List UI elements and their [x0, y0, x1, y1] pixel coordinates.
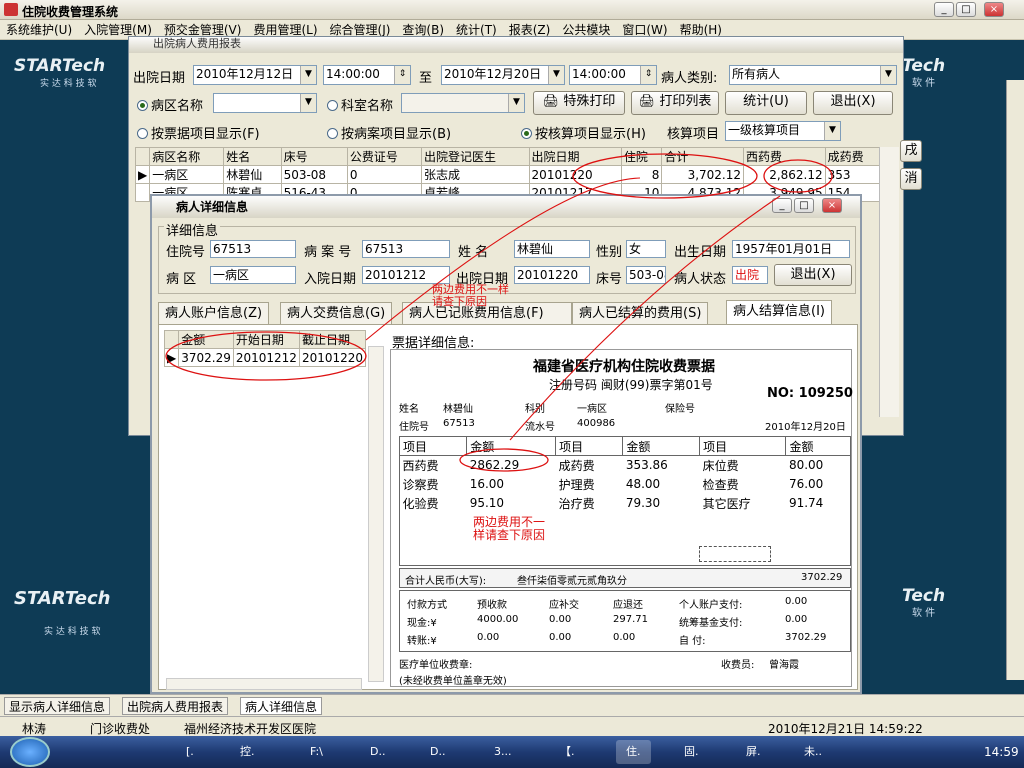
taskbar: [. 控. F:\ D.. D.. 3... 【. 住. 固. 屏. 未.. 1… — [0, 736, 1024, 768]
status-user: 林涛 — [22, 722, 47, 736]
wintab-show-detail[interactable]: 显示病人详细信息 — [4, 697, 111, 715]
annotation-arrow-line — [509, 195, 781, 441]
wintab-report[interactable]: 出院病人费用报表 — [122, 697, 229, 715]
task-item[interactable]: 屏. — [746, 740, 761, 764]
start-button[interactable] — [10, 737, 50, 767]
annotation-ellipse-left — [165, 331, 367, 381]
task-item[interactable]: 未.. — [804, 740, 822, 764]
status-dept: 门诊收费处 — [90, 722, 151, 736]
task-item[interactable]: D.. — [370, 740, 385, 764]
task-item[interactable]: [. — [186, 740, 194, 764]
annotation-overlay — [165, 153, 833, 472]
annotation-ellipse-bill — [459, 448, 549, 472]
window-tab-bar: 显示病人详细信息 出院病人费用报表 病人详细信息 — [0, 694, 1024, 716]
status-hospital: 福州经济技术开发区医院 — [184, 722, 317, 736]
status-datetime: 2010年12月21日 14:59:22 — [768, 722, 923, 736]
task-item[interactable]: F:\ — [310, 740, 323, 764]
task-item[interactable]: 固. — [684, 740, 699, 764]
annotation-arrow-line — [365, 177, 641, 341]
task-item[interactable]: 3... — [494, 740, 512, 764]
status-bar: 林涛 门诊收费处 福州经济技术开发区医院 2010年12月21日 14:59:2… — [0, 716, 1024, 736]
wintab-detail[interactable]: 病人详细信息 — [240, 697, 323, 715]
clock: 14:59 — [984, 745, 1019, 759]
task-item-active[interactable]: 住. — [616, 740, 651, 764]
task-item[interactable]: 控. — [240, 740, 255, 764]
annotation-ellipse-total — [572, 153, 758, 199]
task-item[interactable]: D.. — [430, 740, 445, 764]
task-item[interactable]: 【. — [560, 740, 575, 764]
annotation-ellipse-western — [763, 159, 833, 193]
